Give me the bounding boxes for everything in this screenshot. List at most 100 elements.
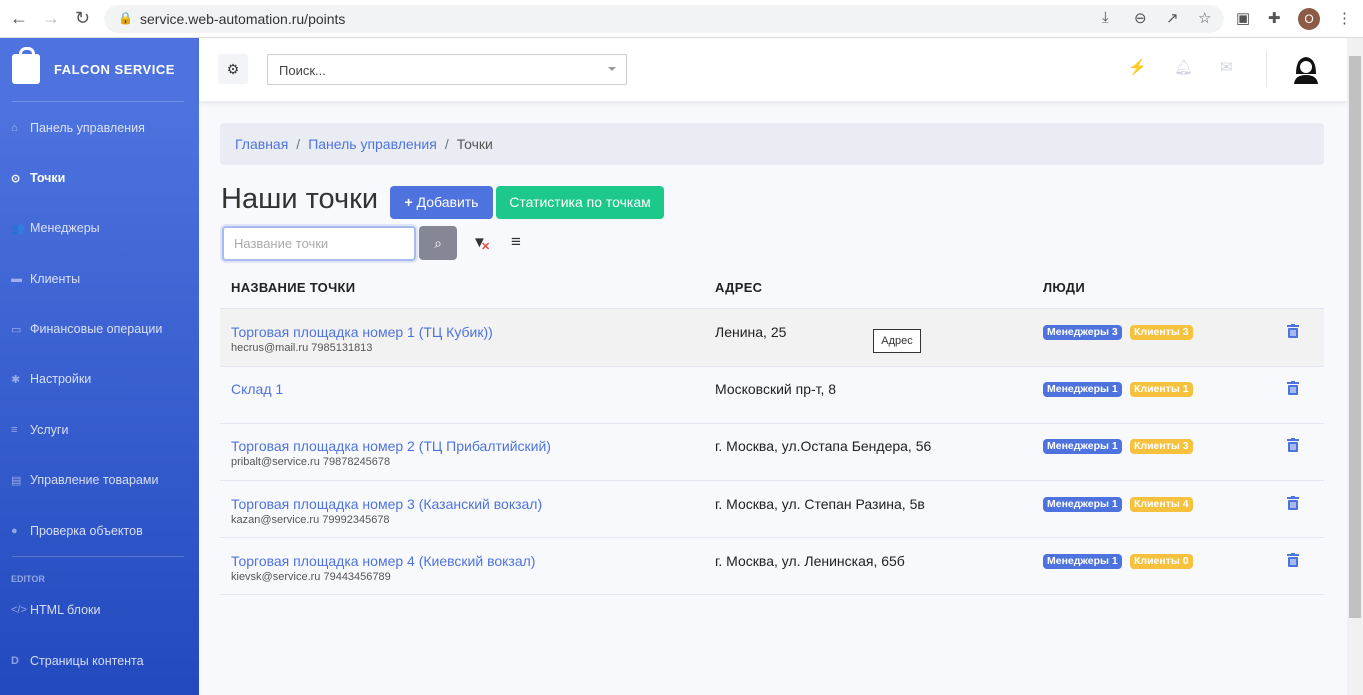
- puzzle-icon[interactable]: ✚: [1268, 9, 1281, 27]
- sidebar-item-services[interactable]: ≡ Услуги: [11, 423, 68, 437]
- back-icon[interactable]: ←: [10, 8, 28, 29]
- bolt-icon[interactable]: ⚡: [1128, 58, 1147, 76]
- clients-badge[interactable]: Клиенты 4: [1130, 496, 1193, 512]
- sidebar-item-managers[interactable]: 👥 Менеджеры: [11, 221, 100, 235]
- trash-icon[interactable]: [1287, 324, 1299, 338]
- sidebar-item-finance[interactable]: ▭ Финансовые операции: [11, 322, 162, 336]
- point-address: Московский пр-т, 8: [715, 381, 837, 398]
- divider: [220, 594, 1324, 596]
- statistics-button[interactable]: Статистика по точкам: [496, 186, 664, 219]
- brand-name: FALCON SERVICE: [54, 61, 175, 77]
- check-circle-icon: ●: [11, 525, 18, 537]
- sidebar-item-label: Точки: [30, 171, 66, 185]
- sidebar-item-html-blocks[interactable]: </> HTML блоки: [11, 603, 100, 617]
- point-name-input[interactable]: Название точки: [222, 226, 416, 261]
- scrollbar-thumb[interactable]: [1349, 56, 1361, 618]
- sidebar-item-points[interactable]: ⊙ Точки: [11, 171, 65, 185]
- sidebar-item-label: Управление товарами: [30, 473, 159, 487]
- code-icon: </>: [11, 604, 27, 616]
- sidebar-item-inspection[interactable]: ● Проверка объектов: [11, 524, 143, 538]
- clients-badge[interactable]: Клиенты 3: [1130, 325, 1193, 340]
- sidebar-item-dashboard[interactable]: ⌂ Панель управления: [11, 121, 145, 135]
- list-icon: ▤: [11, 474, 22, 487]
- close-icon: ✕: [481, 241, 491, 253]
- trash-icon[interactable]: [1287, 552, 1299, 567]
- divider: [12, 101, 184, 102]
- clients-badge[interactable]: Клиенты 0: [1130, 553, 1193, 569]
- handshake-icon: ▬: [11, 273, 22, 285]
- envelope-icon[interactable]: ✉: [1220, 58, 1233, 76]
- user-avatar-icon[interactable]: [1293, 54, 1319, 84]
- sidebar-item-label: Проверка объектов: [30, 524, 143, 538]
- sidebar-item-products[interactable]: ▤ Управление товарами: [11, 473, 158, 487]
- scrollbar[interactable]: [1347, 38, 1363, 695]
- profile-avatar[interactable]: O: [1298, 8, 1320, 30]
- clients-badge[interactable]: Клиенты 1: [1130, 382, 1193, 398]
- column-header-people: ЛЮДИ: [1043, 280, 1086, 295]
- point-address: г. Москва, ул.Остапа Бендера, 56: [715, 438, 932, 455]
- install-icon[interactable]: ⤓: [1102, 9, 1109, 26]
- money-icon: ▭: [11, 323, 22, 336]
- global-search-select[interactable]: Поиск...: [267, 54, 627, 85]
- point-name-link[interactable]: Торговая площадка номер 2 (ТЦ Прибалтийс…: [231, 438, 551, 454]
- sidebar-item-clients[interactable]: ▬ Клиенты: [11, 272, 80, 286]
- trash-icon[interactable]: [1287, 495, 1299, 510]
- breadcrumb-dashboard[interactable]: Панель управления: [308, 136, 437, 152]
- extension-icon[interactable]: ▣: [1236, 9, 1250, 27]
- managers-badge[interactable]: Менеджеры 1: [1043, 553, 1122, 569]
- columns-menu-icon[interactable]: ≡: [511, 232, 521, 252]
- home-icon: ⌂: [11, 122, 18, 134]
- point-contact: kazan@service.ru 79992345678: [231, 513, 390, 526]
- clear-filter-button[interactable]: ▼ ✕: [472, 234, 491, 253]
- point-name-link[interactable]: Торговая площадка номер 1 (ТЦ Кубик)): [231, 324, 493, 340]
- settings-gears-button[interactable]: ⚙: [218, 54, 248, 84]
- search-placeholder: Поиск...: [279, 63, 326, 78]
- point-address: Ленина, 25: [715, 324, 787, 340]
- add-label: Добавить: [416, 194, 479, 210]
- divider: [12, 556, 184, 557]
- point-name-link[interactable]: Торговая площадка номер 4 (Киевский вокз…: [231, 553, 535, 569]
- breadcrumb-separator: /: [296, 136, 301, 152]
- brand-logo[interactable]: FALCON SERVICE: [12, 47, 175, 84]
- breadcrumb-separator: /: [444, 136, 449, 152]
- zoom-out-icon[interactable]: ⊖: [1134, 9, 1147, 27]
- point-contact: kievsk@service.ru 79443456789: [231, 570, 391, 583]
- column-header-address: АДРЕС: [715, 280, 763, 295]
- point-name-link[interactable]: Склад 1: [231, 381, 283, 397]
- forward-icon[interactable]: →: [42, 8, 60, 29]
- share-icon[interactable]: ↗: [1166, 9, 1179, 27]
- breadcrumb-home[interactable]: Главная: [235, 136, 288, 152]
- managers-badge[interactable]: Менеджеры 1: [1043, 382, 1122, 398]
- plus-icon: +: [404, 194, 413, 210]
- point-name-link[interactable]: Торговая площадка номер 3 (Казанский вок…: [231, 496, 542, 512]
- clients-badge[interactable]: Клиенты 3: [1130, 439, 1193, 455]
- bell-icon[interactable]: 🔔︎: [1174, 58, 1193, 76]
- managers-badge[interactable]: Менеджеры 1: [1043, 496, 1122, 512]
- sidebar-item-content-pages[interactable]: D Страницы контента: [11, 654, 144, 668]
- search-icon: ⌕: [434, 235, 442, 251]
- trash-icon[interactable]: [1287, 438, 1299, 453]
- point-address: г. Москва, ул. Степан Разина, 5в: [715, 495, 925, 512]
- sidebar-item-label: Настройки: [30, 372, 92, 386]
- search-button[interactable]: ⌕: [419, 226, 457, 260]
- address-bar[interactable]: 🔒 service.web-automation.ru/points ⤓ ⊖ ↗…: [104, 5, 1224, 33]
- tooltip: Адрес: [873, 329, 921, 353]
- lock-icon: 🔒: [118, 11, 133, 25]
- star-icon[interactable]: ☆: [1198, 9, 1211, 27]
- table-row: Склад 1 Московский пр-т, 8 Менеджеры 1 К…: [220, 366, 1324, 423]
- sidebar-item-settings[interactable]: ✱ Настройки: [11, 372, 91, 386]
- url-text: service.web-automation.ru/points: [140, 11, 346, 27]
- gear-icon: ✱: [11, 373, 21, 386]
- managers-badge[interactable]: Менеджеры 1: [1043, 439, 1122, 455]
- reload-icon[interactable]: ↻: [75, 8, 90, 29]
- trash-icon[interactable]: [1287, 381, 1299, 396]
- kebab-menu-icon[interactable]: ⋮: [1337, 9, 1352, 27]
- managers-badge[interactable]: Менеджеры 3: [1043, 325, 1122, 340]
- shopping-bag-icon: [12, 47, 40, 84]
- point-contact: hecrus@mail.ru 7985131813: [231, 342, 373, 354]
- table-row: Торговая площадка номер 4 (Киевский вокз…: [220, 538, 1324, 595]
- add-button[interactable]: + Добавить: [390, 186, 493, 219]
- sidebar: FALCON SERVICE ⌂ Панель управления ⊙ Точки…: [0, 38, 199, 695]
- sidebar-item-label: Панель управления: [30, 121, 145, 135]
- sidebar-item-label: Страницы контента: [30, 654, 144, 668]
